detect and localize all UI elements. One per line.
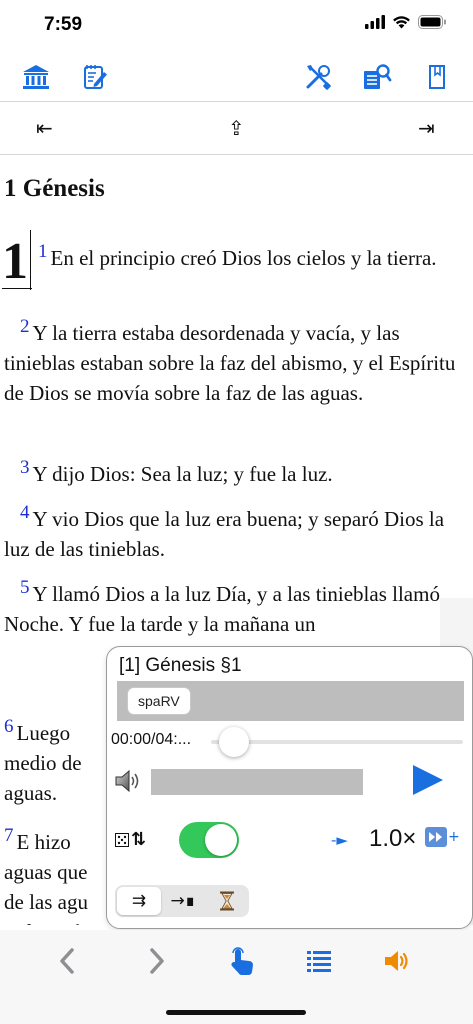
chevron-left-icon[interactable] [50, 944, 84, 978]
search-list-icon[interactable] [362, 62, 392, 92]
notes-icon[interactable] [80, 62, 110, 92]
status-bar: 7:59 [0, 0, 473, 52]
wifi-icon [393, 16, 410, 29]
volume-slider[interactable] [151, 769, 363, 795]
battery-icon [418, 15, 446, 29]
speed-down-icon[interactable]: -► [331, 831, 348, 849]
verse-5[interactable]: 5Y llamó Dios a la luz Día, y a las tini… [4, 573, 470, 639]
volume-icon[interactable] [380, 944, 414, 978]
top-toolbar [0, 52, 473, 100]
speed-up-icon[interactable]: + [425, 827, 460, 847]
up-down-arrows-icon: ⇅ [131, 829, 147, 850]
status-icons [365, 15, 447, 29]
reorder-icon[interactable]: ⇅ [115, 829, 146, 850]
library-icon[interactable] [21, 62, 51, 92]
status-time: 7:59 [44, 14, 83, 35]
verse-text: Y vio Dios que la luz era buena; y separ… [4, 507, 445, 561]
drop-number-underline [2, 288, 32, 289]
player-controls: ⇅ -► 1.0× + [107, 819, 472, 863]
verse-number[interactable]: 3 [20, 457, 30, 478]
speaker-icon[interactable] [113, 767, 141, 795]
verse-number[interactable]: 1 [38, 241, 48, 262]
progress-thumb[interactable] [219, 727, 249, 757]
signal-icon [365, 15, 385, 29]
player-title: [1] Génesis §1 [119, 655, 242, 676]
first-page-icon[interactable]: ⇤ [36, 116, 53, 140]
tools-icon[interactable] [303, 62, 333, 92]
mode-timer[interactable] [205, 887, 249, 915]
audio-player-panel[interactable]: [1] Génesis §1 spaRV 00:00/04:... ⇅ -► 1… [106, 646, 473, 929]
verse-text: Y la tierra estaba desordenada y vacía, … [4, 321, 456, 405]
verse-number[interactable]: 6 [4, 716, 14, 737]
last-page-icon[interactable]: ⇥ [418, 116, 435, 140]
bookmark-icon[interactable] [422, 62, 452, 92]
version-chip[interactable]: spaRV [127, 687, 191, 715]
verse-number[interactable]: 2 [20, 316, 30, 337]
list-icon[interactable] [302, 944, 336, 978]
mode-continuous[interactable]: ⇉ [117, 887, 161, 915]
verse-number[interactable]: 5 [20, 577, 30, 598]
speed-value: 1.0× [369, 825, 417, 852]
verse-number[interactable]: 4 [20, 502, 30, 523]
verse-3[interactable]: 3Y dijo Dios: Sea la luz; y fue la luz. [4, 453, 470, 489]
home-indicator [166, 1010, 306, 1015]
version-bar: spaRV [117, 681, 464, 721]
verse-text: E hizo aguas que de las agu Y fue así. [4, 830, 88, 925]
toolbar-divider [0, 101, 473, 102]
grid-icon [115, 832, 129, 847]
plus-icon: + [448, 829, 460, 845]
toggle-knob [205, 824, 237, 856]
bottom-toolbar [0, 930, 473, 1024]
nav-divider [0, 154, 473, 155]
play-icon[interactable] [409, 763, 445, 797]
verse-1[interactable]: 1 En el principio creó Dios los cielos y … [4, 237, 470, 273]
playback-mode-segment[interactable]: ⇉ →∎ [115, 885, 249, 917]
up-level-icon[interactable]: ⇪ [228, 116, 245, 140]
verse-number[interactable]: 7 [4, 825, 14, 846]
verse-4[interactable]: 4Y vio Dios que la luz era buena; y sepa… [4, 498, 470, 564]
verse-2[interactable]: 2Y la tierra estaba desordenada y vacía,… [4, 312, 470, 408]
tap-icon[interactable] [226, 944, 260, 978]
time-label: 00:00/04:... [111, 731, 192, 748]
verse-text: En el principio creó Dios los cielos y l… [50, 246, 437, 270]
continuous-toggle[interactable] [179, 822, 239, 858]
verse-text: Y dijo Dios: Sea la luz; y fue la luz. [32, 462, 333, 486]
hourglass-icon [220, 891, 234, 911]
chevron-right-icon[interactable] [140, 944, 174, 978]
chapter-title: 1 Génesis [4, 175, 105, 202]
chapter-nav: ⇤ ⇪ ⇥ [0, 104, 473, 154]
mode-stop-at-end[interactable]: →∎ [161, 887, 205, 915]
verse-text: Y llamó Dios a la luz Día, y a las tinie… [4, 582, 440, 636]
